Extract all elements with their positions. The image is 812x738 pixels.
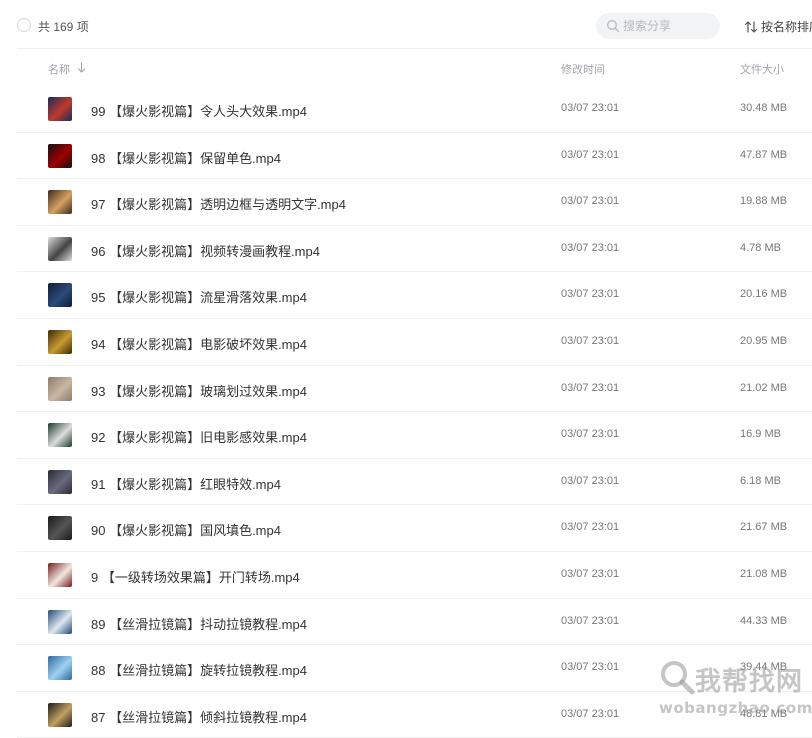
modified-time: 03/07 23:01 <box>561 428 620 441</box>
file-row[interactable]: 88 【丝滑拉镜篇】旋转拉镜教程.mp4 03/07 23:01 39.44 MB <box>17 645 812 692</box>
file-row[interactable]: 97 【爆火影视篇】透明边框与透明文字.mp4 03/07 23:01 19.88 … <box>17 179 812 226</box>
video-thumbnail <box>48 656 72 681</box>
modified-time: 03/07 23:01 <box>561 148 620 161</box>
video-thumbnail <box>48 283 72 308</box>
file-size: 6.18 MB <box>740 474 781 487</box>
column-size-header[interactable]: 文件大小 <box>740 61 784 77</box>
file-size: 4.78 MB <box>740 241 781 254</box>
file-row[interactable]: 95 【爆火影视篇】流星滑落效果.mp4 03/07 23:01 20.16 MB <box>17 272 812 319</box>
video-thumbnail <box>48 97 72 121</box>
search-icon <box>607 20 620 33</box>
file-size: 16.9 MB <box>740 428 781 441</box>
file-name[interactable]: 95 【爆火影视篇】流星滑落效果.mp4 <box>91 287 307 306</box>
file-size: 30.48 MB <box>740 102 788 114</box>
file-size: 48.81 MB <box>740 707 788 720</box>
file-row[interactable]: 94 【爆火影视篇】电影破坏效果.mp4 03/07 23:01 20.95 MB <box>17 319 812 366</box>
video-thumbnail <box>48 516 72 541</box>
modified-time: 03/07 23:01 <box>561 521 620 534</box>
file-name[interactable]: 93 【爆火影视篇】玻璃划过效果.mp4 <box>91 381 307 400</box>
file-row[interactable]: 89 【丝滑拉镜篇】抖动拉镜教程.mp4 03/07 23:01 44.33 MB <box>17 599 812 646</box>
modified-time: 03/07 23:01 <box>561 334 620 347</box>
modified-time: 03/07 23:01 <box>561 195 620 208</box>
video-thumbnail <box>48 329 72 354</box>
file-size: 20.95 MB <box>740 334 788 347</box>
file-size: 21.08 MB <box>740 567 788 580</box>
search-box[interactable] <box>596 13 720 39</box>
file-name[interactable]: 90 【爆火影视篇】国风填色.mp4 <box>91 520 281 539</box>
toolbar: 共 169 项 按名称排序 <box>0 0 812 50</box>
file-name[interactable]: 97 【爆火影视篇】透明边框与透明文字.mp4 <box>91 194 346 213</box>
modified-time: 03/07 23:01 <box>561 241 620 254</box>
video-thumbnail <box>48 190 72 215</box>
arrow-down-icon[interactable] <box>77 62 86 73</box>
video-thumbnail <box>48 376 72 401</box>
file-row[interactable]: 93 【爆火影视篇】玻璃划过效果.mp4 03/07 23:01 21.02 MB <box>17 366 812 413</box>
file-name[interactable]: 92 【爆火影视篇】旧电影感效果.mp4 <box>91 427 307 446</box>
file-row[interactable]: 96 【爆火影视篇】视频转漫画教程.mp4 03/07 23:01 4.78 MB <box>17 226 812 273</box>
file-row[interactable]: 99 【爆火影视篇】令人头大效果.mp4 03/07 23:01 30.48 MB <box>17 86 812 133</box>
file-name[interactable]: 9 【一级转场效果篇】开门转场.mp4 <box>91 567 300 586</box>
modified-time: 03/07 23:01 <box>561 381 620 394</box>
column-name-header[interactable]: 名称 <box>48 61 70 77</box>
file-size: 44.33 MB <box>740 614 788 627</box>
video-thumbnail <box>48 609 72 634</box>
file-row[interactable]: 92 【爆火影视篇】旧电影感效果.mp4 03/07 23:01 16.9 MB <box>17 412 812 459</box>
video-thumbnail <box>48 236 72 261</box>
file-list: 99 【爆火影视篇】令人头大效果.mp4 03/07 23:01 30.48 MB 9… <box>0 86 812 738</box>
file-size: 47.87 MB <box>740 148 788 161</box>
video-thumbnail <box>48 702 72 727</box>
sort-label: 按名称排序 <box>761 20 812 34</box>
list-header: 名称 修改时间 文件大小 <box>0 50 812 86</box>
file-name[interactable]: 89 【丝滑拉镜篇】抖动拉镜教程.mp4 <box>91 614 307 633</box>
divider <box>17 48 812 49</box>
video-thumbnail <box>48 562 72 587</box>
file-name[interactable]: 88 【丝滑拉镜篇】旋转拉镜教程.mp4 <box>91 660 307 679</box>
file-size: 19.88 MB <box>740 195 788 208</box>
file-row[interactable]: 87 【丝滑拉镜篇】倾斜拉镜教程.mp4 03/07 23:01 48.81 MB <box>17 692 812 738</box>
video-thumbnail <box>48 143 72 168</box>
file-size: 39.44 MB <box>740 661 788 674</box>
video-thumbnail <box>48 423 72 448</box>
item-count: 共 169 项 <box>38 20 89 34</box>
search-input[interactable] <box>623 17 713 35</box>
modified-time: 03/07 23:01 <box>561 661 620 674</box>
video-thumbnail <box>48 469 72 494</box>
file-row[interactable]: 98 【爆火影视篇】保留单色.mp4 03/07 23:01 47.87 MB <box>17 133 812 180</box>
file-name[interactable]: 91 【爆火影视篇】红眼特效.mp4 <box>91 474 281 493</box>
file-row[interactable]: 91 【爆火影视篇】红眼特效.mp4 03/07 23:01 6.18 MB <box>17 459 812 506</box>
modified-time: 03/07 23:01 <box>561 288 620 301</box>
modified-time: 03/07 23:01 <box>561 102 620 114</box>
file-name[interactable]: 94 【爆火影视篇】电影破坏效果.mp4 <box>91 334 307 353</box>
modified-time: 03/07 23:01 <box>561 614 620 627</box>
modified-time: 03/07 23:01 <box>561 567 620 580</box>
file-name[interactable]: 96 【爆火影视篇】视频转漫画教程.mp4 <box>91 241 320 260</box>
file-row[interactable]: 9 【一级转场效果篇】开门转场.mp4 03/07 23:01 21.08 MB <box>17 552 812 599</box>
modified-time: 03/07 23:01 <box>561 707 620 720</box>
column-time-header[interactable]: 修改时间 <box>561 61 605 77</box>
modified-time: 03/07 23:01 <box>561 474 620 487</box>
sort-button[interactable]: 按名称排序 <box>744 18 812 35</box>
file-size: 21.67 MB <box>740 521 788 534</box>
file-name[interactable]: 99 【爆火影视篇】令人头大效果.mp4 <box>91 101 307 120</box>
file-row[interactable]: 90 【爆火影视篇】国风填色.mp4 03/07 23:01 21.67 MB <box>17 505 812 552</box>
select-all-checkbox[interactable] <box>17 18 31 32</box>
file-size: 20.16 MB <box>740 288 788 301</box>
file-size: 21.02 MB <box>740 381 788 394</box>
file-name[interactable]: 87 【丝滑拉镜篇】倾斜拉镜教程.mp4 <box>91 707 307 726</box>
sort-icon <box>744 21 758 33</box>
file-name[interactable]: 98 【爆火影视篇】保留单色.mp4 <box>91 148 281 167</box>
